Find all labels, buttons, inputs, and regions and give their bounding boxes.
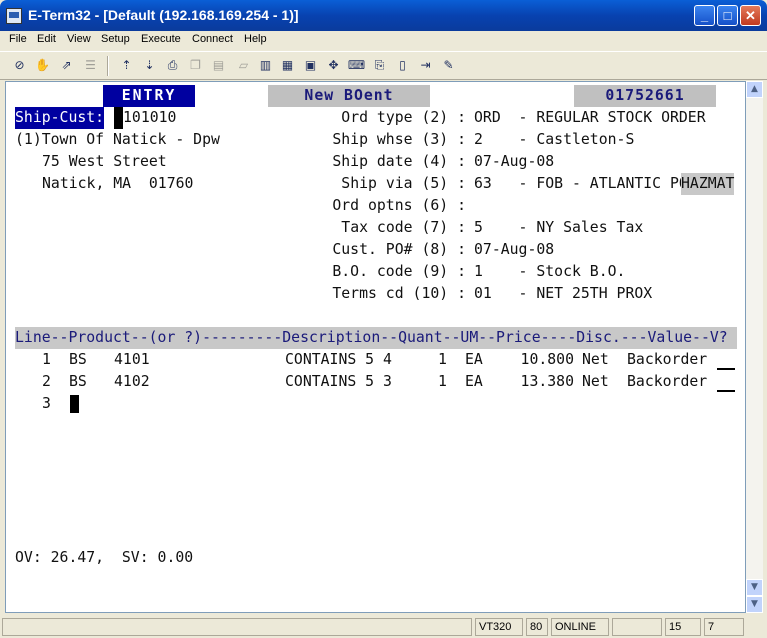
line-quantity[interactable]: 1	[438, 371, 447, 393]
order-number: 01752661	[574, 85, 716, 107]
line-value: Backorder	[627, 351, 708, 368]
line-price: 13.380	[520, 373, 574, 390]
capture-icon[interactable]: ⎘	[369, 55, 390, 76]
address-line-2: 75 West Street	[42, 153, 167, 170]
send-file-icon[interactable]: ⇡	[116, 55, 137, 76]
minimize-button[interactable]: _	[694, 5, 715, 26]
line-description: CONTAINS 5 4	[285, 351, 392, 368]
line-um: EA	[465, 351, 483, 368]
vt320-icon[interactable]: ▣	[300, 55, 321, 76]
field-label-terms-cd: Terms cd (10) :	[332, 285, 466, 302]
copy-icon[interactable]: ❐	[185, 55, 206, 76]
field-label-tax-code: Tax code (7) :	[341, 219, 466, 236]
field-label-bo-code: B.O. code (9) :	[332, 263, 466, 280]
ship-cust-label: Ship-Cust:	[15, 107, 105, 129]
status-message	[2, 618, 472, 636]
menu-connect[interactable]: Connect	[192, 33, 233, 45]
hazmat-badge: HAZMAT	[681, 173, 735, 195]
line-discount: Net	[582, 373, 609, 390]
status-extra	[612, 618, 662, 636]
field-label-ship-whse: Ship whse (3) :	[332, 131, 466, 148]
field-value-ship-via[interactable]: 63 - FOB - ATLANTIC PO	[474, 173, 688, 195]
line-product[interactable]: 4102	[114, 371, 150, 393]
field-label-cust-po: Cust. PO# (8) :	[332, 241, 466, 258]
menu-file[interactable]: File	[9, 33, 27, 45]
field-label-ship-date: Ship date (4) :	[332, 153, 466, 170]
field-value-terms-cd[interactable]: 01 - NET 25TH PROX	[474, 283, 652, 305]
line-number: 1	[42, 351, 51, 368]
next-line-number: 3	[42, 395, 51, 412]
app-icon[interactable]	[6, 8, 22, 24]
footer-totals: OV: 26.47, SV: 0.00	[15, 549, 194, 566]
receive-file-icon[interactable]: ⇣	[139, 55, 160, 76]
address-line-3: Natick, MA 01760	[42, 175, 194, 192]
status-connection: ONLINE	[551, 618, 609, 636]
line-number: 2	[42, 373, 51, 390]
menu-setup[interactable]: Setup	[101, 33, 130, 45]
line-category: BS	[69, 373, 87, 390]
address-line-1: (1)Town Of Natick - Dpw	[15, 131, 220, 148]
line-v-flag[interactable]	[717, 390, 735, 392]
line-category: BS	[69, 351, 87, 368]
close-button[interactable]: ✕	[740, 5, 761, 26]
mode-label: ENTRY	[103, 85, 195, 107]
status-col: 7	[704, 618, 744, 636]
erase-icon[interactable]: ▱	[233, 55, 254, 76]
ship-cust-input[interactable]: 101010	[114, 107, 176, 129]
menu-help[interactable]: Help	[244, 33, 267, 45]
keypad-icon[interactable]: ✥	[323, 55, 344, 76]
script-icon[interactable]: ▯	[392, 55, 413, 76]
keyboard-icon[interactable]: ⌨	[346, 55, 367, 76]
field-label-ship-via: Ship via (5) :	[341, 175, 466, 192]
screen-title: New BOent	[268, 85, 430, 107]
field-value-tax-code[interactable]: 5 - NY Sales Tax	[474, 217, 643, 239]
line-v-flag[interactable]	[717, 368, 735, 370]
columns-header: Line--Product--(or ?)---------Descriptio…	[15, 327, 737, 349]
page-icon[interactable]: ▥	[255, 55, 276, 76]
status-row: 15	[665, 618, 701, 636]
title-bar: E-Term32 - [Default (192.168.169.254 - 1…	[0, 0, 767, 31]
scroll-end-icon[interactable]: ▼	[746, 596, 763, 613]
field-value-bo-code[interactable]: 1 - Stock B.O.	[474, 261, 625, 283]
line-product[interactable]: 4101	[114, 349, 150, 371]
field-value-ship-date[interactable]: 07-Aug-08	[474, 151, 554, 173]
menu-edit[interactable]: Edit	[37, 33, 56, 45]
field-value-ship-whse[interactable]: 2 - Castleton-S	[474, 129, 634, 151]
print-icon[interactable]: ⎙	[162, 55, 183, 76]
menu-execute[interactable]: Execute	[141, 33, 181, 45]
scroll-down-icon[interactable]: ▼	[746, 579, 763, 596]
status-bar: VT320 80 ONLINE 15 7	[0, 616, 767, 638]
line-price: 10.800	[520, 351, 574, 368]
window-title: E-Term32 - [Default (192.168.169.254 - 1…	[28, 7, 299, 23]
scroll-up-icon[interactable]: ▲	[746, 81, 763, 98]
maximize-button[interactable]: □	[717, 5, 738, 26]
menu-bar: File Edit View Setup Execute Connect Hel…	[0, 31, 767, 50]
line-value: Backorder	[627, 373, 708, 390]
connect-icon[interactable]: ⇗	[56, 55, 77, 76]
exit-icon[interactable]: ⇥	[415, 55, 436, 76]
terminal-screen[interactable]: ENTRY New BOent 01752661 Ship-Cust: 1010…	[5, 81, 746, 613]
menu-view[interactable]: View	[67, 33, 91, 45]
field-value-cust-po[interactable]: 07-Aug-08	[474, 239, 554, 261]
status-terminal-type: VT320	[475, 618, 523, 636]
field-label-ord-type: Ord type (2) :	[341, 109, 466, 126]
status-columns: 80	[526, 618, 548, 636]
toolbar-separator	[107, 56, 109, 76]
line-quantity[interactable]: 1	[438, 349, 447, 371]
vertical-scrollbar[interactable]: ▲ ▼ ▼	[746, 81, 763, 613]
hand-icon[interactable]: ✋	[32, 55, 53, 76]
line-description: CONTAINS 5 3	[285, 373, 392, 390]
field-label-ord-optns: Ord optns (6) :	[332, 197, 466, 214]
split-icon[interactable]: ▦	[277, 55, 298, 76]
disconnect-icon[interactable]: ⊘	[9, 55, 30, 76]
line-um: EA	[465, 373, 483, 390]
toolbar: ⊘ ✋ ⇗ ☰ ⇡ ⇣ ⎙ ❐ ▤ ▱ ▥ ▦ ▣ ✥ ⌨ ⎘ ▯ ⇥ ✎	[0, 51, 767, 80]
paste-icon[interactable]: ▤	[208, 55, 229, 76]
line-discount: Net	[582, 351, 609, 368]
field-value-ord-type[interactable]: ORD - REGULAR STOCK ORDER	[474, 107, 706, 129]
text-cursor[interactable]	[70, 395, 79, 413]
pen-icon[interactable]: ✎	[438, 55, 459, 76]
print-setup-icon[interactable]: ☰	[80, 55, 101, 76]
